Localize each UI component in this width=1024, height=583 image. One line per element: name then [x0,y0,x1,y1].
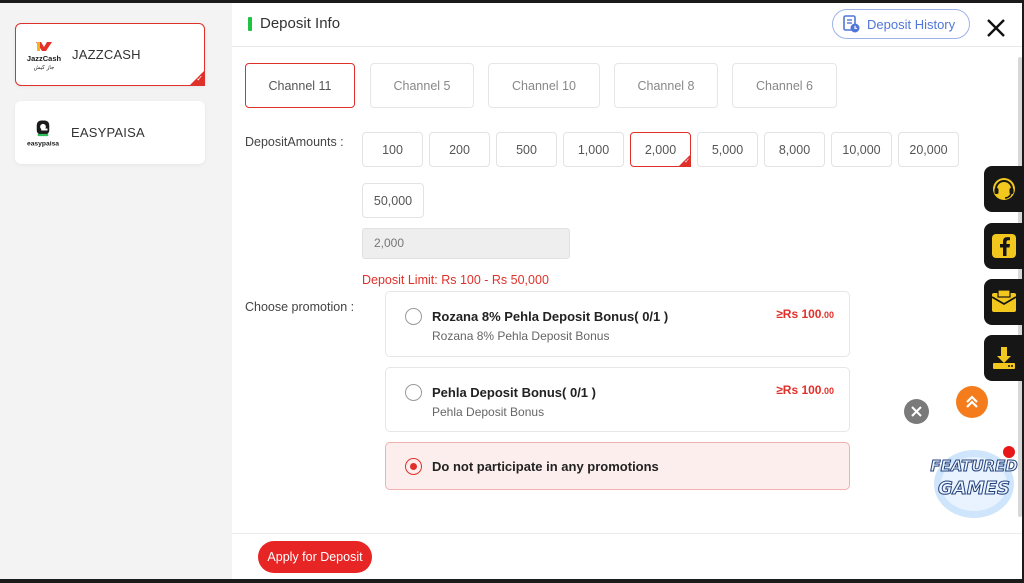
scroll-to-top-button[interactable] [956,386,988,418]
payment-method-easypaisa[interactable]: easypaisa EASYPAISA [15,101,205,164]
message-icon [991,289,1017,312]
promotion-subtitle: Rozana 8% Pehla Deposit Bonus [432,329,610,343]
amount-option[interactable]: 5,000 [697,132,758,167]
amount-option[interactable]: 50,000 [362,183,424,218]
channel-tab[interactable]: Channel 10 [488,63,600,108]
amount-option[interactable]: 200 [429,132,490,167]
document-icon [843,15,860,33]
promotion-title: Pehla Deposit Bonus( 0/1 ) [432,385,596,400]
amount-option-selected[interactable]: 2,000 ✓ [630,132,691,167]
payment-method-panel: JazzCash جاز کیش JAZZCASH ✓ easypaisa EA… [0,3,232,579]
facebook-icon [992,234,1016,258]
channel-tab[interactable]: Channel 11 [245,63,355,108]
payment-method-jazzcash[interactable]: JazzCash جاز کیش JAZZCASH ✓ [15,23,205,86]
featured-games-button[interactable]: FEATURED GAMES [930,440,1018,522]
channel-tab[interactable]: Channel 5 [370,63,474,108]
deposit-amounts-label: DepositAmounts : [245,135,344,149]
channel-tab[interactable]: Channel 8 [614,63,718,108]
amount-option[interactable]: 20,000 [898,132,959,167]
support-icon [993,178,1015,200]
close-featured-button[interactable] [904,399,929,424]
payment-method-label: EASYPAISA [71,125,145,140]
choose-promotion-label: Choose promotion : [245,300,355,314]
title-accent-bar [248,17,252,31]
selected-check-icon: ✓ [189,70,205,86]
support-button[interactable] [984,166,1024,212]
header: Deposit Info Deposit History [232,3,1022,47]
footer: Apply for Deposit [232,533,1022,579]
close-icon [911,406,922,417]
deposit-history-label: Deposit History [867,16,956,32]
amount-option-label: 2,000 [644,142,677,157]
promotion-option[interactable]: Pehla Deposit Bonus( 0/1 ) Pehla Deposit… [385,367,850,432]
svg-text:JazzCash: JazzCash [27,54,61,63]
promotion-option[interactable]: Rozana 8% Pehla Deposit Bonus( 0/1 ) Roz… [385,291,850,357]
radio-button-selected[interactable] [405,458,422,475]
deposit-history-button[interactable]: Deposit History [832,9,970,39]
svg-text:جاز کیش: جاز کیش [34,64,55,71]
message-button[interactable] [984,279,1024,325]
amount-option[interactable]: 8,000 [764,132,825,167]
no-promotion-label: Do not participate in any promotions [432,459,659,474]
download-button[interactable] [984,335,1024,381]
games-label: GAMES [938,478,1011,500]
facebook-button[interactable] [984,223,1024,269]
radio-button[interactable] [405,308,422,325]
double-chevron-up-icon [966,395,978,408]
amount-option[interactable]: 1,000 [563,132,624,167]
no-promotion-option[interactable]: Do not participate in any promotions [385,442,850,490]
deposit-limit-text: Deposit Limit: Rs 100 - Rs 50,000 [362,273,549,287]
svg-text:easypaisa: easypaisa [27,140,59,147]
selected-check-icon: ✓ [678,154,691,167]
channel-tab[interactable]: Channel 6 [732,63,837,108]
deposit-info-panel: Deposit Info Deposit History Channel 11 … [232,3,1022,579]
promotion-title: Rozana 8% Pehla Deposit Bonus( 0/1 ) [432,309,669,324]
close-icon[interactable] [984,16,1008,40]
download-icon [993,347,1015,369]
radio-button[interactable] [405,384,422,401]
payment-method-label: JAZZCASH [72,47,141,62]
promotion-min-amount: ≥Rs 100.00 [776,383,834,397]
amount-option[interactable]: 500 [496,132,557,167]
amount-option[interactable]: 100 [362,132,423,167]
amount-option[interactable]: 10,000 [831,132,892,167]
jazzcash-logo-icon: JazzCash جاز کیش [27,38,61,72]
amount-input[interactable]: 2,000 [362,228,570,259]
featured-label: FEATURED [930,457,1018,476]
page-title: Deposit Info [260,15,341,32]
promotion-subtitle: Pehla Deposit Bonus [432,405,545,419]
easypaisa-logo-icon: easypaisa [26,116,60,150]
apply-for-deposit-button[interactable]: Apply for Deposit [258,541,372,573]
promotion-min-amount: ≥Rs 100.00 [776,307,834,321]
